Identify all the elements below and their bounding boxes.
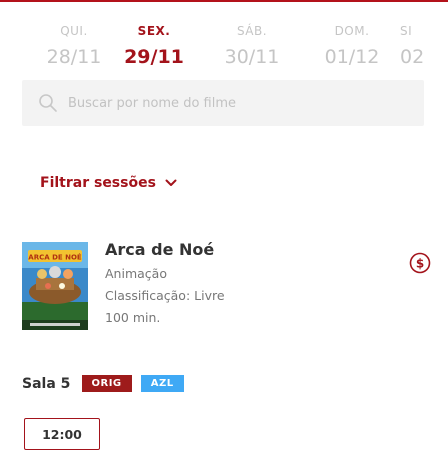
session-time-button[interactable]: 12:00 (24, 418, 100, 450)
poster-title-text: ARCA DE NOÉ (28, 253, 82, 262)
date-tab-date: 02 (400, 46, 425, 68)
date-selector: QUI. 28/11 SEX. 29/11 SÁB. 30/11 DOM. 01… (0, 24, 448, 76)
date-tab-date: 29/11 (124, 46, 184, 68)
filter-sessions-button[interactable]: Filtrar sessões (40, 175, 177, 191)
date-tab-weekday: SÁB. (236, 24, 268, 38)
room-label: Sala 5 (22, 375, 71, 392)
date-tab-weekday: SEX. (137, 24, 171, 38)
chevron-down-icon (165, 179, 177, 186)
movie-genre: Animação (105, 266, 167, 281)
date-tab-thursday[interactable]: QUI. 28/11 (28, 24, 120, 71)
date-tab-weekday: DOM. (334, 24, 370, 38)
date-tab-monday[interactable]: SI 02 (400, 24, 448, 71)
room-info: Sala 5 ORIG AZL (22, 373, 188, 393)
movie-rating: Classificação: Livre (105, 288, 225, 303)
date-tab-saturday[interactable]: SÁB. 30/11 (206, 24, 298, 71)
movie-poster[interactable]: ARCA DE NOÉ (22, 242, 88, 330)
movie-poster-image: ARCA DE NOÉ (22, 242, 88, 330)
top-accent-bar (0, 0, 448, 2)
svg-text:$: $ (416, 257, 424, 271)
badge-azl: AZL (140, 375, 184, 392)
date-tab-date: 30/11 (224, 46, 280, 68)
movie-sessions-screen: QUI. 28/11 SEX. 29/11 SÁB. 30/11 DOM. 01… (0, 0, 448, 467)
movie-duration: 100 min. (105, 310, 161, 325)
date-tab-date: 28/11 (46, 46, 102, 68)
badge-original-audio: ORIG (81, 375, 132, 392)
date-tab-weekday: QUI. (60, 24, 88, 38)
search-input[interactable] (68, 80, 408, 126)
search-bar (22, 80, 424, 126)
date-tab-sunday[interactable]: DOM. 01/12 (306, 24, 398, 71)
movie-title[interactable]: Arca de Noé (105, 240, 214, 259)
filter-sessions-label: Filtrar sessões (40, 175, 156, 191)
date-tab-date: 01/12 (324, 46, 380, 68)
date-tab-weekday: SI (400, 24, 413, 38)
dollar-circle-icon[interactable]: $ (409, 252, 431, 274)
search-icon (39, 94, 57, 112)
date-tab-friday[interactable]: SEX. 29/11 (108, 24, 200, 71)
